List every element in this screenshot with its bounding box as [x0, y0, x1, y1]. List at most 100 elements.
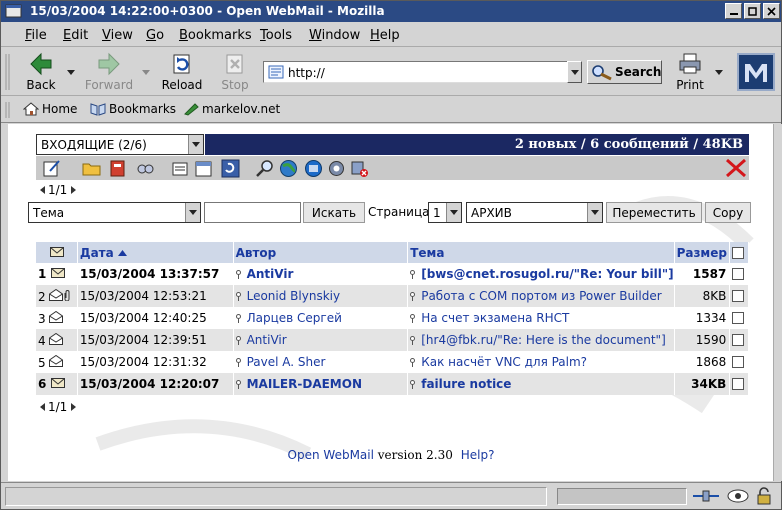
menu-edit[interactable]: Edit: [63, 28, 88, 43]
subject-cell[interactable]: На счет экзамена RHCT: [407, 307, 675, 329]
next-page-icon[interactable]: [71, 403, 77, 411]
help-link[interactable]: Help?: [461, 448, 495, 462]
forward-button[interactable]: Forward: [83, 52, 135, 92]
envelope-icon: [50, 246, 65, 257]
page-dropdown[interactable]: [446, 203, 461, 222]
copy-button[interactable]: Copy: [705, 202, 751, 223]
globe-icon[interactable]: [279, 159, 298, 178]
folder-dropdown-button[interactable]: [188, 135, 203, 154]
search-mail-icon[interactable]: [256, 159, 275, 178]
select-all-checkbox[interactable]: [732, 246, 745, 259]
menu-view[interactable]: View: [102, 28, 133, 43]
next-page-icon[interactable]: [71, 186, 77, 194]
author-cell[interactable]: Pavel A. Sher: [233, 351, 409, 373]
author-cell[interactable]: MAILER-DAEMON: [233, 373, 409, 395]
openwebmail-link[interactable]: Open WebMail: [288, 448, 374, 462]
message-checkbox[interactable]: [732, 378, 745, 390]
back-dropdown-icon[interactable]: [67, 70, 75, 75]
sort-ascending-icon: [117, 249, 127, 256]
date-column-header[interactable]: Дата: [77, 242, 234, 263]
table-row[interactable]: 1 15/03/2004 13:37:57 AntiVir [bws@cnet.ro…: [36, 263, 749, 285]
maximize-button[interactable]: [744, 3, 761, 19]
table-row[interactable]: 4 15/03/2004 12:39:51 AntiVir [hr4@fbk.ru/…: [36, 329, 749, 351]
table-row[interactable]: 2 15/03/2004 12:53:21 Leonid Blynskiy Рабо…: [36, 285, 749, 307]
toolbar-grip-icon[interactable]: [4, 101, 12, 119]
url-field[interactable]: http://: [263, 61, 568, 83]
pager-bottom-text: 1/1: [48, 400, 68, 414]
home-button[interactable]: Home: [22, 102, 77, 116]
menu-tools[interactable]: Tools: [260, 28, 292, 43]
toolbar-grip-icon[interactable]: [4, 52, 12, 92]
status-column-header[interactable]: [36, 242, 78, 263]
page-select[interactable]: 1: [428, 202, 462, 223]
back-button[interactable]: Back: [21, 52, 61, 92]
calendar-icon[interactable]: [194, 159, 213, 178]
author-cell[interactable]: Ларцев Сергей: [233, 307, 409, 329]
move-target-select[interactable]: АРХИВ: [466, 202, 603, 223]
window-menu-icon[interactable]: [5, 3, 22, 20]
search-field-select[interactable]: Тема: [28, 202, 201, 223]
search-button[interactable]: Search: [587, 60, 662, 84]
title-bar[interactable]: 15/03/2004 14:22:00+0300 - Open WebMail …: [1, 1, 781, 22]
table-row[interactable]: 5 15/03/2004 12:31:32 Pavel A. Sher Как на…: [36, 351, 749, 373]
prev-page-icon[interactable]: [40, 186, 45, 194]
bookmark-markelov[interactable]: markelov.net: [183, 102, 280, 116]
online-status-icon[interactable]: [691, 487, 721, 505]
menu-file[interactable]: File: [25, 28, 47, 43]
lock-icon[interactable]: [755, 487, 773, 505]
menu-go[interactable]: Go: [146, 28, 164, 43]
close-window-button[interactable]: [763, 3, 780, 19]
message-checkbox[interactable]: [732, 268, 745, 280]
bookmarks-button[interactable]: Bookmarks: [90, 102, 176, 116]
stop-button[interactable]: Stop: [215, 52, 255, 92]
filter-icon[interactable]: [136, 159, 155, 178]
security-status-icon[interactable]: [725, 487, 751, 505]
move-button[interactable]: Переместить: [606, 202, 702, 223]
subject-cell[interactable]: Как насчёт VNC для Palm?: [407, 351, 675, 373]
spool-icon[interactable]: [171, 159, 190, 178]
message-checkbox[interactable]: [732, 312, 745, 324]
search-input[interactable]: [204, 202, 301, 223]
folders-icon[interactable]: [82, 159, 101, 178]
forward-dropdown-icon[interactable]: [142, 70, 150, 75]
menu-bookmarks[interactable]: Bookmarks: [179, 28, 252, 43]
status-cell: 6: [36, 373, 78, 395]
search-mail-button[interactable]: Искать: [303, 202, 365, 223]
subject-column-header[interactable]: Тема: [407, 242, 675, 263]
author-cell[interactable]: Leonid Blynskiy: [233, 285, 409, 307]
webdisk-icon[interactable]: [304, 159, 323, 178]
subject-cell[interactable]: failure notice: [407, 373, 675, 395]
prev-page-icon[interactable]: [40, 403, 45, 411]
author-cell[interactable]: AntiVir: [233, 263, 409, 285]
preferences-icon[interactable]: [327, 159, 346, 178]
move-target-dropdown[interactable]: [587, 203, 602, 222]
subject-cell[interactable]: [hr4@fbk.ru/"Re: Here is the document"]: [407, 329, 675, 351]
table-row[interactable]: 3 15/03/2004 12:40:25 Ларцев Сергей На сче…: [36, 307, 749, 329]
table-row[interactable]: 6 15/03/2004 12:20:07 MAILER-DAEMON failur…: [36, 373, 749, 395]
menu-label: Go: [146, 28, 165, 43]
refresh-icon[interactable]: [221, 159, 240, 178]
author-cell[interactable]: AntiVir: [233, 329, 409, 351]
logout-icon[interactable]: [350, 159, 369, 178]
subject-cell[interactable]: Работа с COM портом из Power Builder: [407, 285, 675, 307]
minimize-button[interactable]: [725, 3, 742, 19]
reload-button[interactable]: Reload: [159, 52, 205, 92]
status-cell: 2: [36, 285, 78, 307]
message-checkbox[interactable]: [732, 290, 745, 302]
message-checkbox[interactable]: [732, 334, 745, 346]
size-column-header[interactable]: Размер: [674, 242, 731, 263]
select-cell: [729, 329, 749, 351]
menu-window[interactable]: Window: [309, 28, 360, 43]
message-checkbox[interactable]: [732, 356, 745, 368]
menu-help[interactable]: Help: [370, 28, 400, 43]
author-column-header[interactable]: Автор: [233, 242, 409, 263]
print-dropdown-icon[interactable]: [715, 70, 723, 75]
folder-select[interactable]: ВХОДЯЩИЕ (2/6): [36, 134, 204, 155]
search-field-dropdown[interactable]: [185, 203, 200, 222]
addressbook-icon[interactable]: [108, 159, 127, 178]
print-button[interactable]: Print: [673, 52, 707, 92]
subject-cell[interactable]: [bws@cnet.rosugol.ru/"Re: Your bill"]: [407, 263, 675, 285]
url-history-dropdown[interactable]: [567, 61, 582, 83]
empty-trash-close-icon[interactable]: [725, 158, 747, 178]
compose-icon[interactable]: [42, 159, 61, 178]
